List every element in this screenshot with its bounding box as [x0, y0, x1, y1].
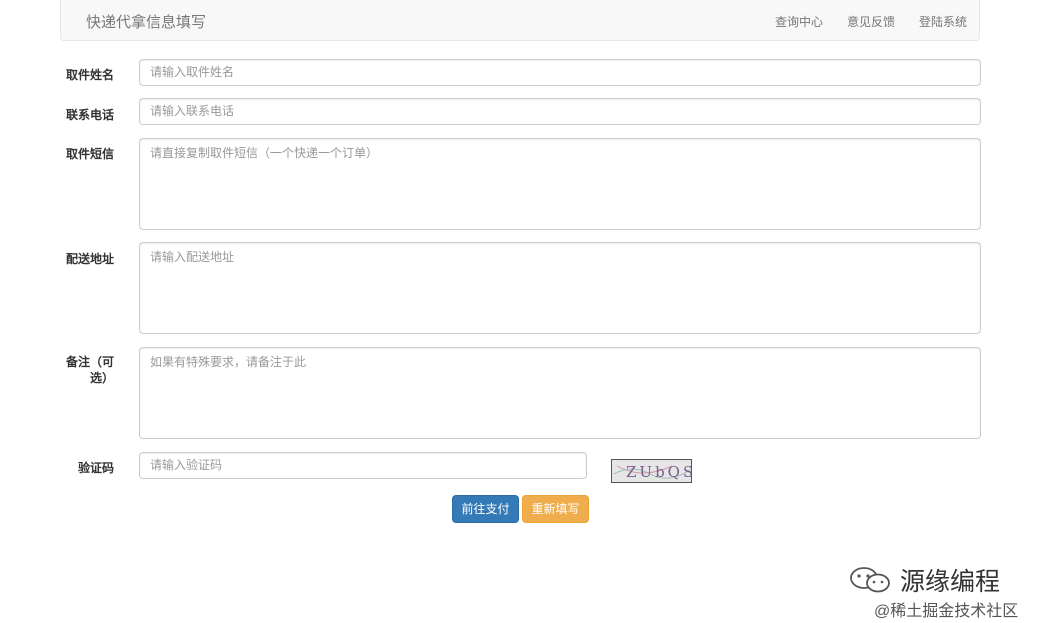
name-input[interactable]: 请输入取件姓名	[139, 59, 981, 86]
pay-button[interactable]: 前往支付	[452, 495, 519, 523]
note-label-line1: 备注（可	[65, 355, 114, 369]
watermark: 源缘编程	[848, 562, 1000, 598]
note-label: 备注（可 选）	[58, 354, 114, 386]
name-label: 取件姓名	[65, 68, 114, 82]
note-label-line2: 选）	[89, 371, 114, 385]
reset-button[interactable]: 重新填写	[522, 495, 589, 523]
captcha-image-svg: ZUbQS	[613, 463, 691, 481]
navbar-links: 查询中心 意见反馈 登陆系统	[775, 13, 967, 30]
navbar: 快递代拿信息填写 查询中心 意见反馈 登陆系统	[60, 0, 980, 41]
captcha-image-text: ZUbQS	[626, 463, 691, 481]
address-label: 配送地址	[65, 252, 114, 266]
wechat-icon	[850, 567, 890, 593]
nav-link-feedback[interactable]: 意见反馈	[847, 13, 895, 30]
navbar-brand[interactable]: 快递代拿信息填写	[86, 11, 206, 32]
watermark-title: 源缘编程	[900, 568, 1001, 596]
captcha-image[interactable]: ZUbQS	[611, 459, 692, 483]
sms-textarea[interactable]: 请直接复制取件短信（一个快递一个订单）	[139, 138, 981, 230]
note-textarea[interactable]: 如果有特殊要求，请备注于此	[139, 347, 981, 439]
address-textarea[interactable]: 请输入配送地址	[139, 242, 981, 334]
nav-link-query-center[interactable]: 查询中心	[775, 13, 823, 30]
phone-label: 联系电话	[65, 108, 114, 122]
sms-label: 取件短信	[65, 147, 114, 161]
nav-link-login[interactable]: 登陆系统	[919, 13, 967, 30]
captcha-label: 验证码	[77, 461, 114, 475]
phone-input[interactable]: 请输入联系电话	[139, 98, 981, 125]
watermark-subtitle: @稀土掘金技术社区	[874, 603, 1019, 620]
captcha-input[interactable]: 请输入验证码	[139, 452, 587, 479]
